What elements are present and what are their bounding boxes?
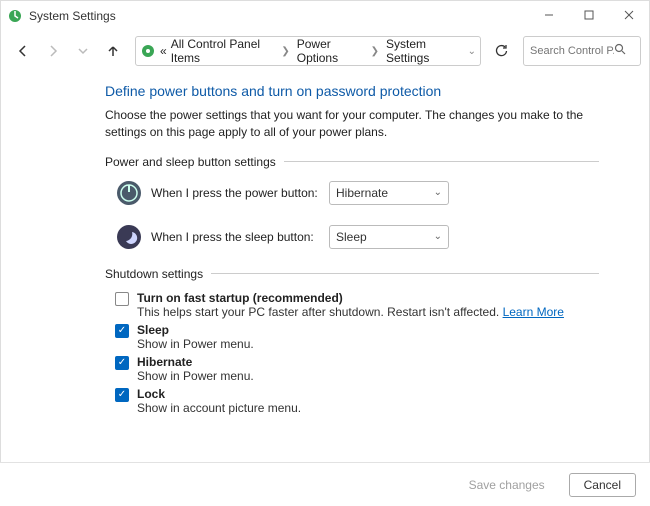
- power-button-row: When I press the power button: Hibernate…: [115, 179, 599, 207]
- chevron-right-icon: ❯: [281, 46, 289, 57]
- breadcrumb-item[interactable]: System Settings: [386, 37, 460, 65]
- power-button-select[interactable]: Hibernate ⌄: [329, 181, 449, 205]
- checkbox[interactable]: [115, 292, 129, 306]
- chevron-down-icon[interactable]: ⌄: [468, 46, 476, 57]
- breadcrumb-item[interactable]: Power Options: [297, 37, 364, 65]
- section-title-shutdown: Shutdown settings: [105, 267, 599, 281]
- up-button[interactable]: [99, 37, 127, 65]
- page-heading: Define power buttons and turn on passwor…: [105, 83, 599, 99]
- option-subtitle: Show in Power menu.: [137, 369, 254, 383]
- maximize-button[interactable]: [569, 1, 609, 29]
- option-title: Hibernate: [137, 355, 254, 369]
- shutdown-option-sleep: ✓ Sleep Show in Power menu.: [115, 323, 599, 351]
- sleep-button-label: When I press the sleep button:: [151, 230, 321, 244]
- sleep-icon: [115, 223, 143, 251]
- navbar: « All Control Panel Items ❯ Power Option…: [1, 31, 649, 71]
- titlebar: System Settings: [1, 1, 649, 31]
- search-box[interactable]: [523, 36, 641, 66]
- chevron-down-icon: ⌄: [434, 231, 442, 242]
- chevron-right-icon: ❯: [371, 46, 379, 57]
- option-subtitle: This helps start your PC faster after sh…: [137, 305, 564, 319]
- address-bar[interactable]: « All Control Panel Items ❯ Power Option…: [135, 36, 481, 66]
- option-title: Lock: [137, 387, 301, 401]
- section-label: Shutdown settings: [105, 267, 203, 281]
- footer: Save changes Cancel: [0, 462, 650, 506]
- power-button-label: When I press the power button:: [151, 186, 321, 200]
- save-button[interactable]: Save changes: [455, 473, 559, 497]
- sleep-button-select[interactable]: Sleep ⌄: [329, 225, 449, 249]
- cancel-button[interactable]: Cancel: [569, 473, 636, 497]
- section-label: Power and sleep button settings: [105, 155, 276, 169]
- learn-more-link[interactable]: Learn More: [503, 305, 564, 319]
- select-value: Sleep: [336, 230, 367, 244]
- checkbox[interactable]: ✓: [115, 356, 129, 370]
- app-icon: [7, 8, 23, 24]
- forward-button[interactable]: [39, 37, 67, 65]
- close-button[interactable]: [609, 1, 649, 29]
- content: Define power buttons and turn on passwor…: [1, 71, 649, 415]
- power-icon: [115, 179, 143, 207]
- breadcrumb-prefix: «: [160, 44, 167, 58]
- checkbox[interactable]: ✓: [115, 388, 129, 402]
- option-subtitle: Show in account picture menu.: [137, 401, 301, 415]
- checkbox[interactable]: ✓: [115, 324, 129, 338]
- search-input[interactable]: [530, 45, 614, 57]
- option-title: Turn on fast startup (recommended): [137, 291, 564, 305]
- chevron-down-icon: ⌄: [434, 187, 442, 198]
- sleep-button-row: When I press the sleep button: Sleep ⌄: [115, 223, 599, 251]
- section-title-power-sleep: Power and sleep button settings: [105, 155, 599, 169]
- minimize-button[interactable]: [529, 1, 569, 29]
- refresh-button[interactable]: [487, 37, 515, 65]
- divider: [284, 161, 599, 162]
- window-title: System Settings: [29, 9, 116, 23]
- recent-dropdown[interactable]: [69, 37, 97, 65]
- shutdown-option-hibernate: ✓ Hibernate Show in Power menu.: [115, 355, 599, 383]
- search-icon: [614, 42, 626, 60]
- shutdown-option-fast-startup: Turn on fast startup (recommended) This …: [115, 291, 599, 319]
- option-title: Sleep: [137, 323, 254, 337]
- select-value: Hibernate: [336, 186, 388, 200]
- divider: [211, 273, 599, 274]
- breadcrumb-item[interactable]: All Control Panel Items: [171, 37, 275, 65]
- control-panel-icon: [140, 43, 156, 59]
- shutdown-option-lock: ✓ Lock Show in account picture menu.: [115, 387, 599, 415]
- page-description: Choose the power settings that you want …: [105, 107, 599, 141]
- option-subtitle: Show in Power menu.: [137, 337, 254, 351]
- back-button[interactable]: [9, 37, 37, 65]
